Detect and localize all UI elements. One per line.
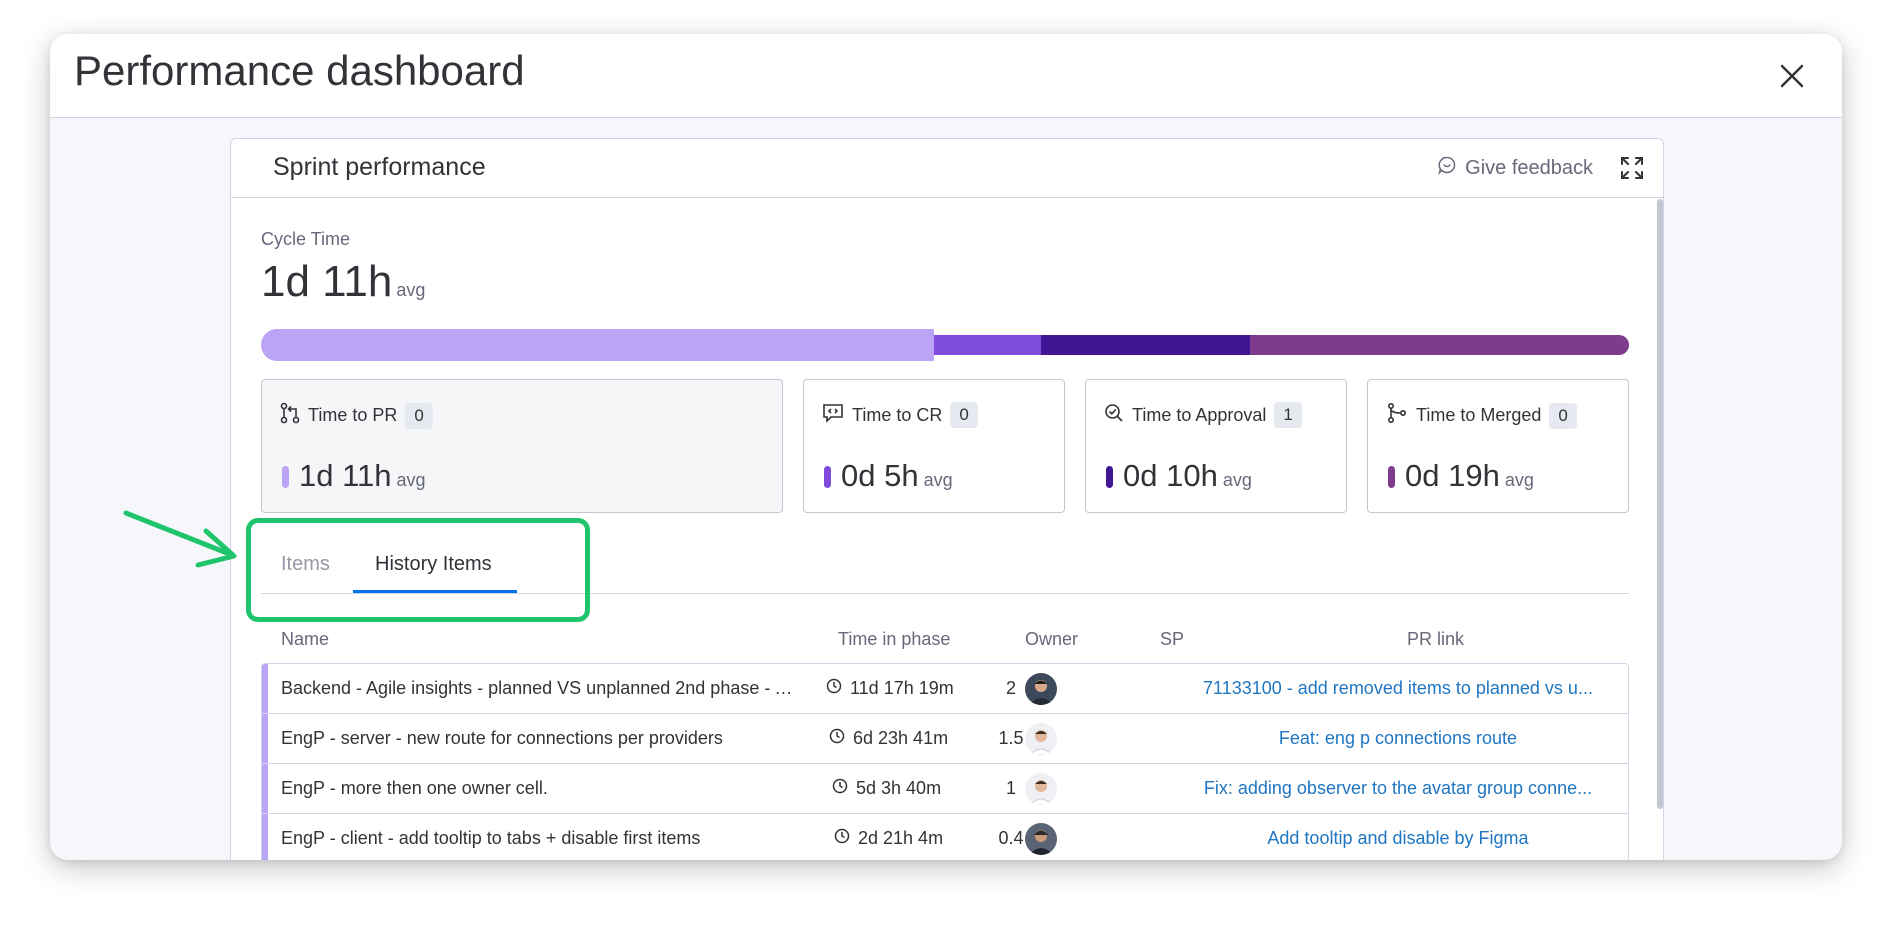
stat-label: Time to Merged: [1416, 405, 1542, 425]
bar-segment-cr[interactable]: [934, 335, 1041, 355]
pr-link[interactable]: Fix: adding observer to the avatar group…: [1203, 778, 1593, 799]
modal-title: Performance dashboard: [74, 47, 525, 94]
bar-segment-pr[interactable]: [261, 329, 935, 361]
pr-link[interactable]: 71133100 - add removed items to planned …: [1203, 678, 1593, 699]
stat-count-badge: 1: [1274, 402, 1302, 428]
cycle-time-value: 1d 11h avg: [261, 257, 425, 307]
story-points: 2: [1005, 678, 1016, 698]
table-row[interactable]: EngP - server - new route for connection…: [262, 714, 1628, 764]
give-feedback-label: Give feedback: [1465, 156, 1593, 179]
panel-title: Sprint performance: [273, 153, 486, 181]
column-header-sp: SP: [1160, 629, 1185, 649]
column-header-time-in-phase: Time in phase: [838, 629, 951, 649]
pr-link[interactable]: Add tooltip and disable by Figma: [1203, 828, 1593, 849]
item-name[interactable]: EngP - server - new route for connection…: [281, 728, 801, 749]
stat-color-marker: [282, 466, 289, 488]
stat-card-time-to-pr[interactable]: Time to PR 0 1d 11h avg: [261, 379, 783, 513]
pull-request-icon: [280, 402, 300, 429]
cycle-time-label: Cycle Time: [261, 229, 351, 249]
modal-header: Performance dashboard: [50, 34, 1842, 118]
merge-icon: [1386, 402, 1408, 429]
cycle-time-avg: avg: [396, 280, 426, 300]
cycle-time-number: 1d 11h: [261, 257, 393, 306]
time-in-phase: 5d 3h 40m: [856, 778, 942, 798]
clock-icon: [834, 828, 850, 849]
expand-icon[interactable]: [1619, 155, 1645, 181]
bar-segment-merged[interactable]: [1250, 335, 1629, 355]
time-in-phase: 2d 21h 4m: [858, 828, 944, 848]
time-in-phase: 11d 17h 19m: [850, 678, 954, 698]
story-points: 1: [1005, 778, 1016, 798]
code-review-icon: [822, 403, 844, 428]
stat-card-time-to-merged[interactable]: Time to Merged 0 0d 19h avg: [1367, 379, 1629, 513]
stat-label: Time to Approval: [1132, 404, 1267, 425]
story-points: 0.4: [998, 828, 1024, 848]
cycle-time-breakdown-bar: [261, 329, 1629, 361]
clock-icon: [826, 678, 842, 699]
panel-header: Sprint performance Give feedback: [231, 139, 1663, 198]
stat-label: Time to CR: [852, 404, 943, 425]
give-feedback-button[interactable]: Give feedback: [1437, 155, 1593, 181]
item-name[interactable]: EngP - client - add tooltip to tabs + di…: [281, 828, 801, 849]
stat-color-marker: [1388, 466, 1395, 488]
stat-card-time-to-cr[interactable]: Time to CR 0 0d 5h avg: [803, 379, 1065, 513]
stat-avg: avg: [1504, 470, 1534, 490]
chat-bubble-icon: [1437, 155, 1457, 181]
stat-color-marker: [1106, 466, 1113, 488]
column-header-name: Name: [281, 629, 330, 649]
clock-icon: [829, 728, 845, 749]
panel-scrollbar[interactable]: [1657, 199, 1663, 809]
row-color-accent: [262, 814, 268, 860]
stat-value: 0d 10h: [1123, 458, 1218, 493]
story-points: 1.5: [998, 728, 1024, 748]
stat-count-badge: 0: [405, 402, 433, 429]
history-items-table: Backend - Agile insights - planned VS un…: [261, 663, 1629, 860]
row-color-accent: [262, 714, 268, 763]
pr-link[interactable]: Feat: eng p connections route: [1203, 728, 1593, 749]
stat-color-marker: [824, 466, 831, 488]
stat-value: 0d 19h: [1405, 458, 1500, 493]
stat-card-time-to-approval[interactable]: Time to Approval 1 0d 10h avg: [1085, 379, 1347, 513]
table-row[interactable]: EngP - more then one owner cell. 5d 3h 4…: [262, 764, 1628, 814]
item-name[interactable]: Backend - Agile insights - planned VS un…: [281, 678, 801, 699]
column-header-owner: Owner: [1025, 629, 1079, 649]
stat-value: 1d 11h: [299, 458, 392, 493]
stat-count-badge: 0: [1549, 402, 1577, 429]
table-row[interactable]: EngP - client - add tooltip to tabs + di…: [262, 814, 1628, 860]
row-color-accent: [262, 764, 268, 813]
close-icon[interactable]: [1772, 56, 1812, 96]
item-name[interactable]: EngP - more then one owner cell.: [281, 778, 801, 799]
bar-segment-approval[interactable]: [1040, 335, 1251, 355]
performance-dashboard-modal: Performance dashboard Sprint performance…: [50, 34, 1842, 860]
stat-count-badge: 0: [950, 402, 978, 428]
annotation-arrow-icon: [123, 510, 237, 568]
column-header-pr-link: PR link: [1407, 629, 1465, 649]
stat-label: Time to PR: [308, 405, 398, 425]
stat-avg: avg: [1222, 470, 1252, 490]
approval-icon: [1104, 403, 1124, 428]
stat-value: 0d 5h: [841, 458, 919, 493]
row-color-accent: [262, 664, 268, 713]
sprint-performance-panel: Sprint performance Give feedback Cycle T…: [230, 138, 1664, 860]
time-in-phase: 6d 23h 41m: [853, 728, 949, 748]
annotation-highlight-box: [246, 518, 590, 622]
stat-avg: avg: [923, 470, 953, 490]
table-row[interactable]: Backend - Agile insights - planned VS un…: [262, 664, 1628, 714]
stat-avg: avg: [396, 470, 426, 490]
clock-icon: [832, 778, 848, 799]
